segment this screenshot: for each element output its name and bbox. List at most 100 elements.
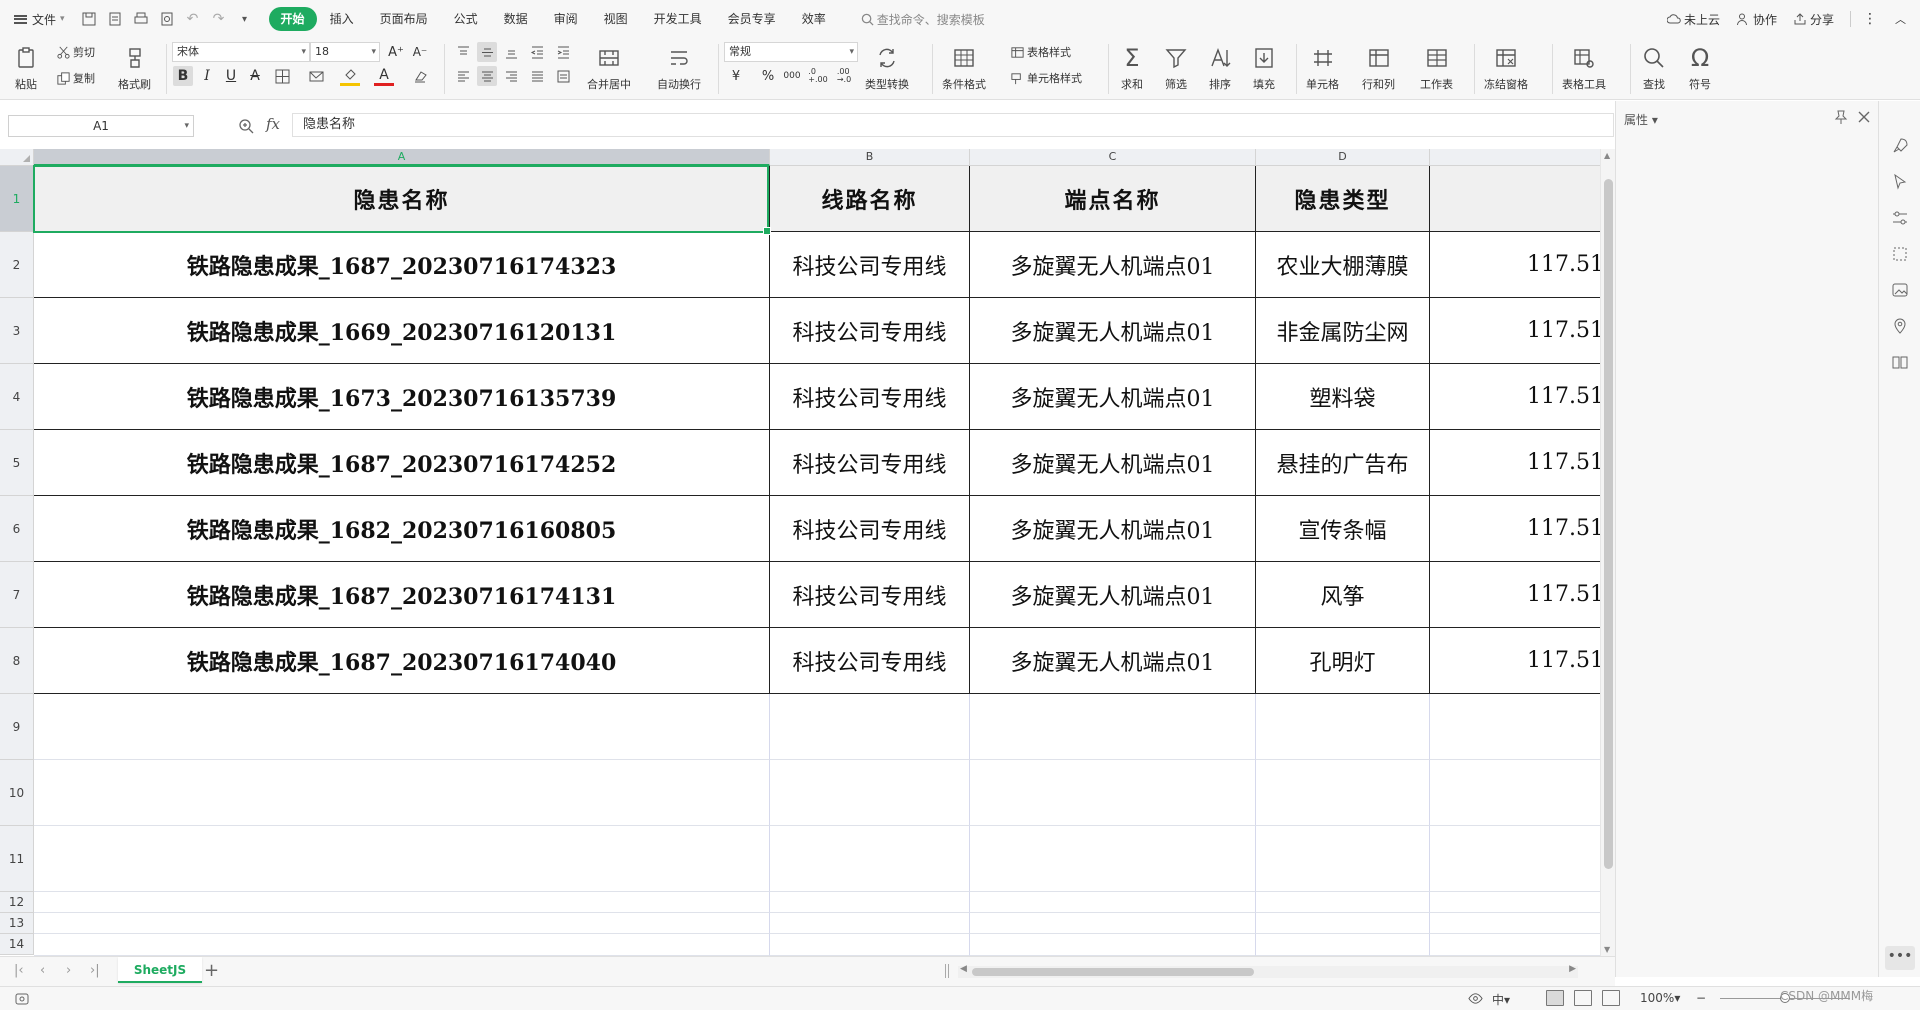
- save-icon[interactable]: [79, 9, 99, 29]
- empty-cell[interactable]: [770, 760, 970, 826]
- rocket-icon[interactable]: [1891, 137, 1909, 155]
- table-cell[interactable]: 非金属防尘网: [1256, 298, 1430, 364]
- table-cell[interactable]: 科技公司专用线: [770, 298, 970, 364]
- merge-center-button[interactable]: 合并居中: [587, 44, 631, 92]
- cloud-status[interactable]: 未上云: [1666, 11, 1720, 28]
- decrease-font-icon[interactable]: A⁻: [410, 42, 430, 62]
- table-cell[interactable]: 塑料袋: [1256, 364, 1430, 430]
- font-color-icon[interactable]: A: [374, 66, 394, 86]
- empty-cell[interactable]: [34, 913, 770, 934]
- scroll-down-icon[interactable]: ▼: [1604, 945, 1610, 954]
- currency-button[interactable]: ¥: [726, 66, 746, 86]
- table-cell[interactable]: 科技公司专用线: [770, 562, 970, 628]
- header-cell-hazard-type[interactable]: 隐患类型: [1256, 166, 1430, 232]
- column-header-d[interactable]: D: [1256, 149, 1430, 166]
- row-header-13[interactable]: 13: [0, 913, 34, 934]
- table-cell[interactable]: 铁路隐患成果_1687_20230716174131: [34, 562, 770, 628]
- empty-cell[interactable]: [1430, 913, 1600, 934]
- zoom-out-icon[interactable]: −: [1696, 991, 1706, 1005]
- row-header-7[interactable]: 7: [0, 562, 34, 628]
- table-cell[interactable]: 科技公司专用线: [770, 430, 970, 496]
- share-button[interactable]: 分享: [1793, 11, 1834, 28]
- align-center-icon[interactable]: [477, 66, 497, 86]
- vertical-scroll-thumb[interactable]: [1604, 179, 1613, 869]
- clear-format-icon[interactable]: [410, 66, 430, 86]
- empty-cell[interactable]: [34, 892, 770, 913]
- empty-cell[interactable]: [34, 760, 770, 826]
- table-cell[interactable]: 多旋翼无人机端点01: [970, 496, 1256, 562]
- copy-button[interactable]: 复制: [56, 70, 95, 86]
- table-cell[interactable]: 铁路隐患成果_1687_20230716174040: [34, 628, 770, 694]
- formula-input[interactable]: 隐患名称: [292, 113, 1614, 137]
- empty-cell[interactable]: [1256, 934, 1430, 956]
- cell-style-button[interactable]: 单元格样式: [1010, 70, 1082, 86]
- function-icon[interactable]: fx: [266, 115, 280, 133]
- header-cell-hazard-name[interactable]: 隐患名称: [34, 166, 770, 232]
- increase-decimal-icon[interactable]: .0 +.00: [808, 66, 828, 86]
- cut-button[interactable]: 剪切: [56, 44, 95, 60]
- empty-cell[interactable]: [970, 826, 1256, 892]
- empty-cell[interactable]: [1430, 892, 1600, 913]
- column-header-e[interactable]: [1430, 149, 1600, 166]
- row-header-8[interactable]: 8: [0, 628, 34, 694]
- table-tools-button[interactable]: 表格工具: [1562, 44, 1606, 92]
- align-bottom-icon[interactable]: [501, 42, 521, 62]
- empty-cell[interactable]: [1256, 694, 1430, 760]
- close-icon[interactable]: [1856, 109, 1872, 125]
- table-cell[interactable]: 117.514: [1430, 430, 1600, 496]
- column-header-b[interactable]: B: [770, 149, 970, 166]
- table-cell[interactable]: 悬挂的广告布: [1256, 430, 1430, 496]
- borders-icon[interactable]: [272, 66, 292, 86]
- row-header-6[interactable]: 6: [0, 496, 34, 562]
- tab-page-layout[interactable]: 页面布局: [367, 7, 441, 31]
- filter-button[interactable]: 筛选: [1162, 44, 1190, 92]
- zoom-level[interactable]: 100% ▾: [1640, 991, 1680, 1005]
- eye-protection-icon[interactable]: [1468, 991, 1483, 1006]
- underline-button[interactable]: U: [221, 66, 241, 86]
- export-pdf-icon[interactable]: [105, 9, 125, 29]
- prev-sheet-icon[interactable]: ‹: [40, 963, 45, 978]
- table-cell[interactable]: 宣传条幅: [1256, 496, 1430, 562]
- empty-cell[interactable]: [1430, 760, 1600, 826]
- more-options-icon[interactable]: ⋮: [1863, 11, 1877, 27]
- row-header-9[interactable]: 9: [0, 694, 34, 760]
- increase-indent-icon[interactable]: [553, 42, 573, 62]
- sum-button[interactable]: Σ 求和: [1118, 44, 1146, 92]
- empty-cell[interactable]: [34, 934, 770, 956]
- empty-cell[interactable]: [770, 694, 970, 760]
- tab-member[interactable]: 会员专享: [715, 7, 789, 31]
- align-left-icon[interactable]: [453, 66, 473, 86]
- scroll-left-icon[interactable]: ◀: [960, 964, 967, 974]
- strikethrough-icon[interactable]: A: [245, 66, 265, 86]
- table-cell[interactable]: 铁路隐患成果_1682_20230716160805: [34, 496, 770, 562]
- zoom-formula-icon[interactable]: [238, 118, 254, 134]
- row-col-button[interactable]: 行和列: [1362, 44, 1395, 92]
- row-header-3[interactable]: 3: [0, 298, 34, 364]
- empty-cell[interactable]: [770, 892, 970, 913]
- table-cell[interactable]: 科技公司专用线: [770, 496, 970, 562]
- auto-wrap-button[interactable]: 自动换行: [657, 44, 701, 92]
- font-name-select[interactable]: 宋体: [172, 42, 310, 62]
- cell-button[interactable]: 单元格: [1306, 44, 1339, 92]
- page-break-view-icon[interactable]: [1602, 990, 1620, 1006]
- image-icon[interactable]: [1891, 281, 1909, 299]
- format-painter-button[interactable]: 格式刷: [118, 44, 151, 92]
- fill-button[interactable]: 填充: [1250, 44, 1278, 92]
- find-button[interactable]: 查找: [1640, 44, 1668, 92]
- cell-style-icon[interactable]: [306, 66, 326, 86]
- undo-icon[interactable]: ↶: [183, 9, 203, 29]
- last-sheet-icon[interactable]: ›|: [90, 963, 100, 978]
- font-size-select[interactable]: 18: [310, 42, 380, 62]
- tab-formulas[interactable]: 公式: [441, 7, 491, 31]
- table-cell[interactable]: 铁路隐患成果_1687_20230716174252: [34, 430, 770, 496]
- table-cell[interactable]: 多旋翼无人机端点01: [970, 232, 1256, 298]
- table-cell[interactable]: 铁路隐患成果_1669_20230716120131: [34, 298, 770, 364]
- paste-button[interactable]: 粘贴: [12, 44, 40, 92]
- header-cell-e[interactable]: [1430, 166, 1600, 232]
- thousands-separator-icon[interactable]: 000: [782, 66, 802, 86]
- symbol-button[interactable]: Ω 符号: [1686, 44, 1714, 92]
- collaborate-button[interactable]: 协作: [1736, 11, 1777, 28]
- normal-view-icon[interactable]: [1546, 990, 1564, 1006]
- empty-cell[interactable]: [970, 694, 1256, 760]
- file-menu[interactable]: 文件 ▾: [14, 11, 65, 28]
